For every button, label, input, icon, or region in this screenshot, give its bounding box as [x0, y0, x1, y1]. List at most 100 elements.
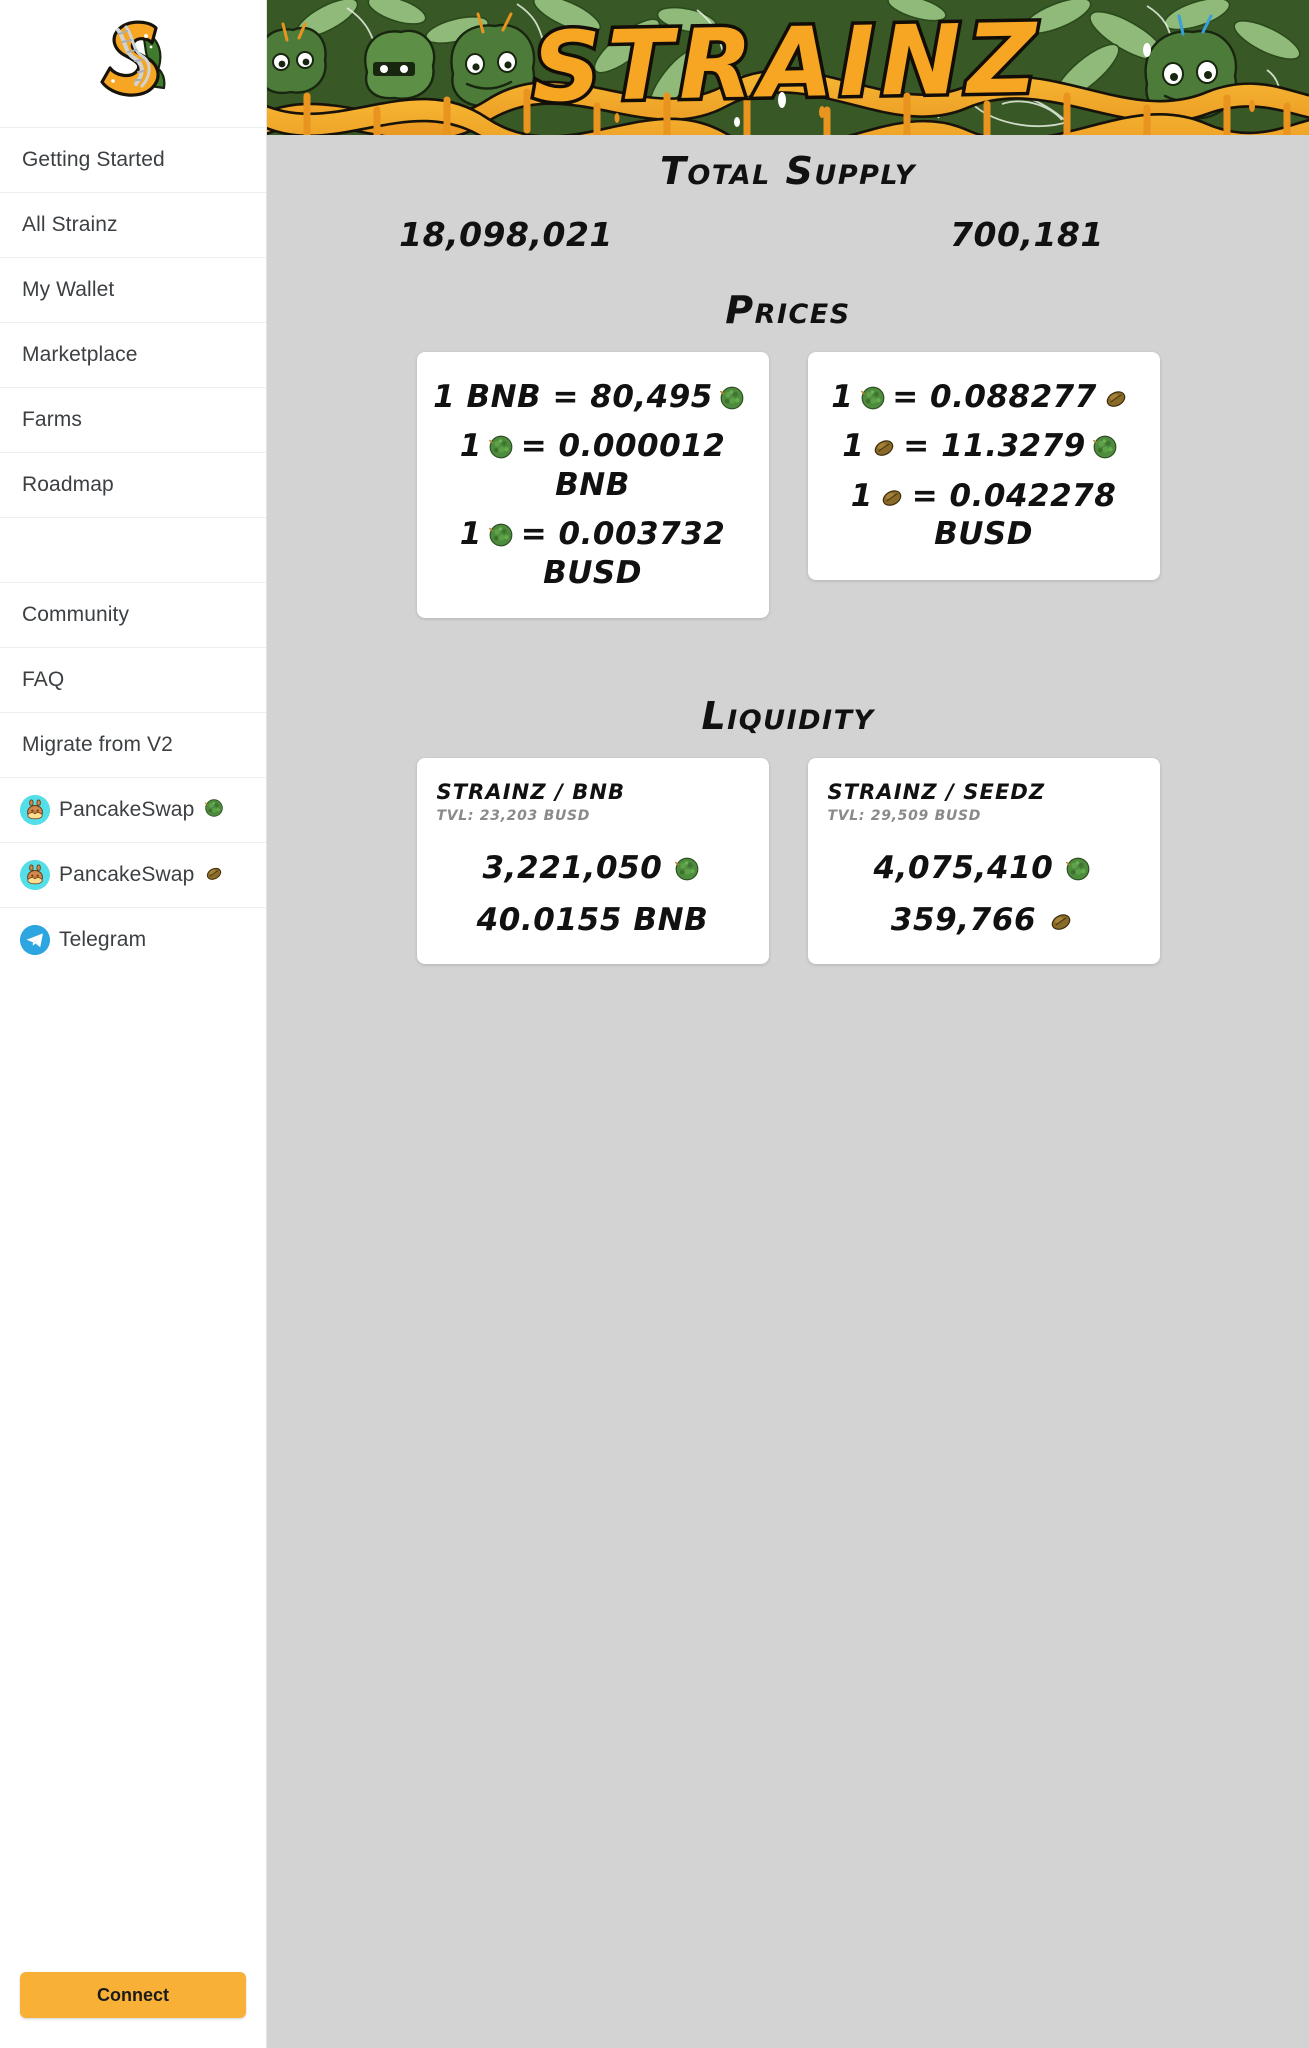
main-body: Total Supply 18,098,021 700,181 Prices 1…: [267, 135, 1309, 965]
seed-icon: [204, 863, 224, 889]
prices-title: Prices: [725, 288, 851, 332]
pancakeswap-icon: [20, 860, 50, 890]
bud-icon: [486, 431, 517, 462]
section-divider-gap: [267, 618, 1309, 654]
sidebar-item-label: Getting Started: [22, 148, 165, 171]
liquidity-title: Liquidity: [701, 694, 875, 739]
liquidity-cards-row: STRAINZ / BNB TVL: 23,203 BUSD 3,221,050 40…: [267, 758, 1309, 965]
price-line-prefix: 1: [850, 477, 873, 514]
bud-icon: [486, 519, 517, 550]
liquidity-amount-primary: 4,075,410: [828, 850, 1140, 886]
connect-wallet-button[interactable]: Connect: [20, 1972, 246, 2018]
price-line: 1 = 11.3279: [824, 427, 1144, 465]
seed-icon: [1101, 382, 1132, 413]
sidebar-item-label: Roadmap: [22, 473, 114, 496]
liquidity-amount-primary-value: 3,221,050: [482, 850, 663, 887]
bud-icon: [623, 217, 656, 250]
total-supply-seedz-value: 700,181: [950, 215, 1104, 254]
liquidity-card-strainz-seedz: STRAINZ / SEEDZ TVL: 29,509 BUSD 4,075,410…: [807, 758, 1160, 965]
liquidity-amount-secondary-value: 359,766: [890, 902, 1037, 939]
bud-icon: [204, 798, 224, 824]
price-line-suffix: = 0.000012 BNB: [520, 428, 726, 503]
liquidity-amount-secondary: 40.0155 BNB: [437, 902, 749, 938]
price-line: 1 = 0.042278 BUSD: [824, 477, 1144, 554]
total-supply-seedz: 700,181: [788, 215, 1309, 254]
sidebar-item-pancakeswap-strainz[interactable]: PancakeSwap: [0, 777, 266, 842]
sidebar-item-marketplace[interactable]: Marketplace: [0, 322, 266, 387]
price-line: 1 BNB = 80,495: [433, 378, 753, 416]
liquidity-card-strainz-bnb: STRAINZ / BNB TVL: 23,203 BUSD 3,221,050 40…: [416, 758, 769, 965]
sidebar-item-label: Telegram: [59, 928, 147, 951]
sidebar-logo[interactable]: [0, 0, 266, 127]
banner-artwork: STRAINZ: [267, 0, 1309, 135]
sidebar-nav-list: Getting Started All Strainz My Wallet Marke…: [0, 127, 266, 972]
bud-icon: [717, 382, 748, 413]
sidebar-spacer: [0, 517, 266, 582]
main-content: STRAINZ Total Supply 18,098,021 700,181 …: [267, 0, 1309, 2048]
pancakeswap-icon: [20, 795, 50, 825]
price-line-prefix: 1: [842, 428, 865, 465]
sidebar: Getting Started All Strainz My Wallet Marke…: [0, 0, 267, 2048]
strainz-logo-icon: [100, 20, 166, 97]
sidebar-item-my-wallet[interactable]: My Wallet: [0, 257, 266, 322]
price-card-bnb: 1 BNB = 80,495 1 = 0.000012 BNB 1 = 0.003732…: [416, 352, 769, 619]
sidebar-item-roadmap[interactable]: Roadmap: [0, 452, 266, 517]
price-card-seedz: 1 = 0.088277 1 = 11.3279 1 = 0.042278 BUSD: [807, 352, 1160, 580]
sidebar-item-label: Community: [22, 603, 130, 626]
liquidity-pair-name: STRAINZ / BNB: [436, 780, 626, 805]
price-line-prefix: 1: [831, 379, 854, 415]
liquidity-amount-secondary-value: 40.0155 BNB: [476, 902, 709, 939]
total-supply-strainz: 18,098,021: [267, 215, 788, 254]
liquidity-pair-name: STRAINZ / SEEDZ: [827, 780, 1046, 805]
bud-icon: [1090, 431, 1121, 462]
sidebar-item-label: PancakeSwap: [59, 798, 195, 821]
price-line-prefix: 1: [459, 516, 482, 553]
seed-icon: [1114, 217, 1147, 250]
sidebar-item-label: All Strainz: [22, 213, 118, 236]
bud-icon: [671, 854, 702, 885]
sidebar-item-telegram[interactable]: Telegram: [0, 907, 266, 972]
sidebar-item-migrate-from-v2[interactable]: Migrate from V2: [0, 712, 266, 777]
strainz-banner: STRAINZ: [267, 0, 1309, 135]
price-line-prefix: 1 BNB = 80,495: [433, 379, 713, 415]
sidebar-item-label: PancakeSwap: [59, 863, 195, 886]
seed-icon: [1045, 906, 1076, 937]
price-line-suffix: = 11.3279: [903, 428, 1086, 465]
price-line-prefix: 1: [459, 428, 482, 465]
telegram-icon: [20, 925, 50, 955]
price-line-suffix: = 0.042278 BUSD: [911, 477, 1117, 553]
app-root: Getting Started All Strainz My Wallet Marke…: [0, 0, 1309, 2048]
sidebar-item-community[interactable]: Community: [0, 582, 266, 647]
price-line-suffix: = 0.003732 BUSD: [520, 516, 726, 591]
sidebar-item-label: FAQ: [22, 668, 65, 691]
sidebar-item-label: Marketplace: [22, 343, 138, 366]
sidebar-item-label: Farms: [22, 408, 82, 431]
price-line: 1 = 0.088277: [824, 378, 1144, 416]
seed-icon: [877, 481, 908, 512]
connect-button-container: Connect: [0, 1972, 266, 2048]
price-line: 1 = 0.000012 BNB: [433, 427, 753, 504]
sidebar-item-label: Migrate from V2: [22, 733, 173, 756]
sidebar-item-all-strainz[interactable]: All Strainz: [0, 192, 266, 257]
sidebar-item-getting-started[interactable]: Getting Started: [0, 127, 266, 192]
liquidity-amount-primary: 3,221,050: [437, 850, 749, 886]
price-line-suffix: = 0.088277: [892, 379, 1097, 415]
liquidity-tvl: TVL: 29,509 BUSD: [827, 808, 982, 825]
total-supply-row: 18,098,021 700,181: [267, 215, 1309, 254]
bud-icon: [1062, 854, 1093, 885]
sidebar-item-faq[interactable]: FAQ: [0, 647, 266, 712]
seed-icon: [868, 431, 899, 462]
price-line: 1 = 0.003732 BUSD: [433, 515, 753, 592]
sidebar-item-label: My Wallet: [22, 278, 115, 301]
sidebar-item-pancakeswap-seedz[interactable]: PancakeSwap: [0, 842, 266, 907]
sidebar-item-farms[interactable]: Farms: [0, 387, 266, 452]
svg-text:STRAINZ: STRAINZ: [531, 3, 1043, 124]
liquidity-amount-primary-value: 4,075,410: [873, 850, 1054, 887]
total-supply-strainz-value: 18,098,021: [399, 215, 613, 254]
sidebar-nav: Getting Started All Strainz My Wallet Marke…: [0, 127, 266, 972]
prices-cards-row: 1 BNB = 80,495 1 = 0.000012 BNB 1 = 0.003732…: [267, 352, 1309, 619]
liquidity-amount-secondary: 359,766: [828, 902, 1140, 938]
bud-icon: [857, 382, 888, 413]
banner-wordmark-graphic: STRAINZ: [528, 0, 1047, 127]
liquidity-tvl: TVL: 23,203 BUSD: [436, 808, 591, 825]
